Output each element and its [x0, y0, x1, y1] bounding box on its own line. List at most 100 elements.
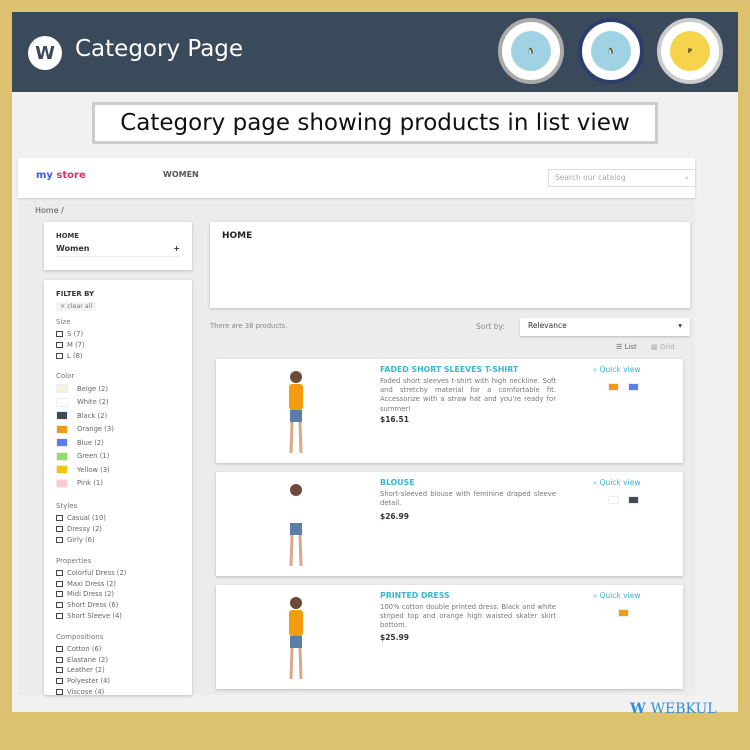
checkbox[interactable]: [56, 678, 63, 685]
filter-option[interactable]: Midi Dress (2): [56, 590, 114, 598]
store-topbar: my store WOMEN Search our catalog ⌕: [18, 158, 696, 198]
checkbox[interactable]: [56, 331, 63, 337]
checkbox[interactable]: [56, 526, 63, 533]
store-frame: my store WOMEN Search our catalog ⌕ Home …: [18, 158, 696, 696]
nav-women[interactable]: WOMEN: [163, 170, 199, 179]
clear-all-button[interactable]: × clear all: [56, 302, 97, 311]
badge-super-hero-icon: P: [657, 18, 723, 84]
webkul-logo-icon: W: [28, 36, 62, 70]
list-icon: ☰: [616, 343, 625, 351]
checkbox[interactable]: [56, 602, 63, 609]
filter-option[interactable]: Black (2): [56, 411, 107, 421]
filter-option[interactable]: Girly (6): [56, 536, 95, 544]
filter-option[interactable]: Yellow (3): [56, 465, 110, 475]
product-item[interactable]: BLOUSE Short-sleeved blouse with feminin…: [216, 472, 683, 576]
color-swatch[interactable]: [56, 397, 68, 407]
product-color-swatch[interactable]: [628, 496, 639, 504]
color-swatch[interactable]: [56, 384, 68, 394]
checkbox[interactable]: [56, 515, 63, 522]
filter-option[interactable]: Blue (2): [56, 438, 104, 448]
filter-title: FILTER BY: [56, 290, 95, 298]
filter-option[interactable]: Maxi Dress (2): [56, 580, 116, 588]
view-list[interactable]: ☰ List: [616, 343, 637, 351]
checkbox[interactable]: [56, 537, 63, 543]
filter-option[interactable]: Beige (2): [56, 384, 108, 394]
category-women[interactable]: Women +: [56, 244, 180, 257]
product-color-swatch[interactable]: [628, 383, 639, 391]
product-name[interactable]: BLOUSE: [380, 478, 415, 487]
checkbox[interactable]: [56, 341, 63, 348]
product-image[interactable]: [246, 591, 346, 683]
quick-view-link[interactable]: ⌕ Quick view: [593, 365, 640, 375]
checkbox[interactable]: [56, 645, 63, 652]
checkbox[interactable]: [56, 689, 63, 695]
checkbox[interactable]: [56, 352, 63, 359]
color-swatch[interactable]: [56, 478, 68, 488]
breadcrumb[interactable]: Home /: [35, 206, 64, 215]
category-block: HOME Women +: [44, 222, 192, 270]
search-input[interactable]: Search our catalog ⌕: [548, 169, 696, 187]
color-swatch[interactable]: [56, 438, 68, 448]
color-swatch[interactable]: [56, 465, 68, 475]
filter-option[interactable]: Cotton (6): [56, 645, 102, 653]
product-image[interactable]: [246, 478, 346, 570]
quick-view-link[interactable]: ⌕ Quick view: [593, 478, 640, 488]
store-logo[interactable]: my store: [36, 170, 86, 181]
product-item[interactable]: FADED SHORT SLEEVES T-SHIRT Faded short …: [216, 359, 683, 463]
page-title: Category Page: [75, 36, 244, 62]
grid-icon: ▦: [651, 343, 660, 351]
search-icon[interactable]: ⌕: [685, 173, 689, 183]
expand-plus-icon[interactable]: +: [173, 244, 180, 253]
webkul-footer-logo: W WEBKUL: [630, 701, 717, 717]
filter-option[interactable]: Polyester (4): [56, 677, 110, 685]
filter-option[interactable]: Leather (2): [56, 666, 105, 674]
search-icon: ⌕: [593, 591, 600, 600]
badge-silver-icon: 🐧: [498, 18, 564, 84]
product-name[interactable]: FADED SHORT SLEEVES T-SHIRT: [380, 365, 518, 374]
filter-option[interactable]: Viscose (4): [56, 688, 104, 696]
filter-group-title: Properties: [56, 556, 92, 565]
filter-option[interactable]: White (2): [56, 397, 109, 407]
color-swatch[interactable]: [56, 411, 68, 421]
product-color-swatch[interactable]: [608, 383, 619, 391]
filter-option[interactable]: Short Dress (6): [56, 601, 118, 609]
filter-group-title: Compositions: [56, 632, 104, 641]
checkbox[interactable]: [56, 656, 63, 663]
product-count: There are 38 products.: [210, 322, 288, 330]
product-description: 100% cotton double printed dress. Black …: [380, 603, 556, 630]
checkbox[interactable]: [56, 580, 63, 587]
product-name[interactable]: PRINTED DRESS: [380, 591, 450, 600]
category-header: HOME: [210, 222, 690, 308]
filter-option[interactable]: Casual (10): [56, 514, 106, 522]
filter-option[interactable]: M (7): [56, 341, 85, 349]
filter-option[interactable]: S (7): [56, 330, 83, 338]
product-price: $16.51: [380, 415, 409, 424]
filter-panel: FILTER BY × clear all Size S (7) M (7) L (8) C…: [44, 280, 192, 696]
checkbox[interactable]: [56, 569, 63, 576]
checkbox[interactable]: [56, 667, 63, 674]
filter-option[interactable]: Orange (3): [56, 424, 114, 434]
filter-option[interactable]: Green (1): [56, 451, 109, 461]
category-heading: HOME: [222, 231, 253, 241]
quick-view-link[interactable]: ⌕ Quick view: [593, 591, 640, 601]
sort-label: Sort by:: [476, 322, 505, 331]
color-swatch[interactable]: [56, 424, 68, 434]
view-grid[interactable]: ▦ Grid: [651, 343, 675, 351]
checkbox[interactable]: [56, 591, 63, 598]
product-description: Short-sleeved blouse with feminine drape…: [380, 490, 556, 508]
checkbox[interactable]: [56, 613, 63, 619]
filter-option[interactable]: Elastane (2): [56, 656, 108, 664]
color-swatch[interactable]: [56, 451, 68, 461]
product-color-swatch[interactable]: [608, 496, 619, 504]
filter-option[interactable]: Dressy (2): [56, 525, 102, 533]
category-home[interactable]: HOME: [56, 232, 79, 240]
filter-option[interactable]: Short Sleeve (4): [56, 612, 122, 620]
product-image[interactable]: [246, 365, 346, 457]
filter-option[interactable]: Pink (1): [56, 478, 103, 488]
product-color-swatch[interactable]: [618, 609, 629, 617]
sort-select[interactable]: Relevance ▾: [520, 318, 690, 336]
filter-option[interactable]: Colorful Dress (2): [56, 569, 126, 577]
product-item[interactable]: PRINTED DRESS 100% cotton double printed…: [216, 585, 683, 689]
filter-group-title: Size: [56, 318, 71, 326]
filter-option[interactable]: L (8): [56, 352, 83, 360]
